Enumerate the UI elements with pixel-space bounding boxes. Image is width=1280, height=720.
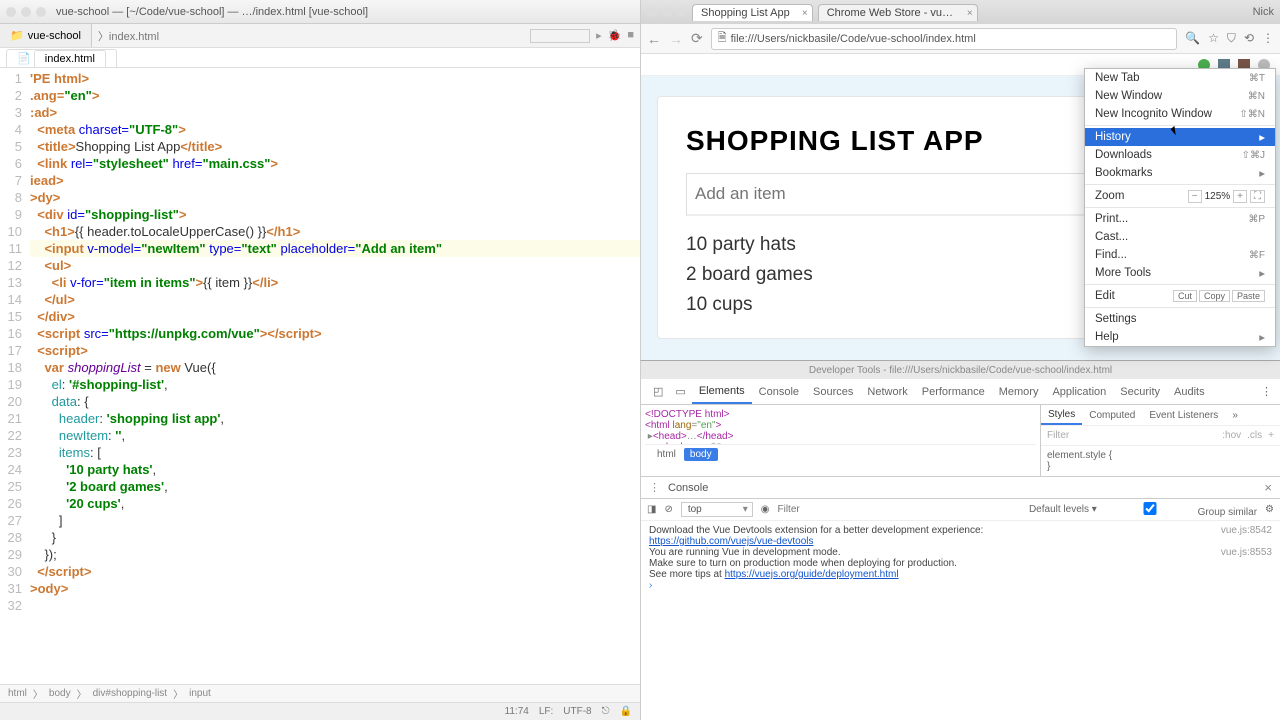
menu-print[interactable]: Print...⌘P [1085,210,1275,228]
line-gutter: 1234567891011121314151617181920212223242… [0,68,30,684]
ide-project-tabs: 📁 vue-school 〉index.html ▸ 🐞 ■ [0,24,640,48]
ide-titlebar: vue-school — [~/Code/vue-school] — …/ind… [0,0,640,24]
devtools-titlebar: Developer Tools - file:///Users/nickbasi… [641,361,1280,379]
project-tab[interactable]: 📁 vue-school [0,24,92,47]
levels-select[interactable]: Default levels ▾ [1029,504,1097,515]
file-icon: 🗎 [718,29,727,48]
dom-breadcrumb[interactable]: html body [645,444,1036,464]
browser-window: Shopping List App× Chrome Web Store - vu… [640,0,1280,360]
zoom-icon[interactable]: 🔍 [1185,31,1200,46]
menu-help[interactable]: Help▸ [1085,328,1275,346]
file-tab-index[interactable]: 📄 index.html [6,49,117,67]
tab-elements[interactable]: Elements [692,379,752,404]
filter-input[interactable]: Filter [1047,430,1069,441]
ide-window: vue-school — [~/Code/vue-school] — …/ind… [0,0,640,720]
menu-settings[interactable]: Settings [1085,310,1275,328]
file-tabs: 📄 index.html [0,48,640,68]
star-icon[interactable]: ☆ [1208,31,1219,46]
tab-event-listeners[interactable]: Event Listeners [1142,405,1225,425]
context-select[interactable]: top [681,502,753,517]
cut-button[interactable]: Cut [1173,290,1197,302]
browser-toolbar: ← → ⟳ 🗎file:///Users/nickbasile/Code/vue… [641,24,1280,54]
devtools-tabs: ◰ ▭ Elements Console Sources Network Per… [641,379,1280,405]
paste-button[interactable]: Paste [1232,290,1265,302]
tab-sources[interactable]: Sources [806,379,860,404]
user-chip[interactable]: Nick [1253,6,1274,18]
show-console-icon[interactable]: ◨ [647,504,656,515]
chrome-menu[interactable]: New Tab⌘T New Window⌘N New Incognito Win… [1084,68,1276,347]
devtools-link[interactable]: https://github.com/vuejs/vue-devtools [649,536,814,547]
tab-security[interactable]: Security [1113,379,1167,404]
copy-button[interactable]: Copy [1199,290,1230,302]
sync-icon[interactable]: ⟲ [1244,31,1254,46]
back-button[interactable]: ← [647,31,661,47]
address-bar[interactable]: 🗎file:///Users/nickbasile/Code/vue-schoo… [711,28,1177,50]
tab-application[interactable]: Application [1045,379,1113,404]
run-icon[interactable]: ▸ [596,29,602,43]
menu-cast[interactable]: Cast... [1085,228,1275,246]
ide-bottom-breadcrumb: html 〉 body 〉 div#shopping-list 〉 input [0,684,640,702]
add-rule-icon[interactable]: + [1268,430,1274,441]
close-icon[interactable]: × [967,8,973,19]
console-output[interactable]: Download the Vue Devtools extension for … [641,521,1280,720]
menu-find[interactable]: Find...⌘F [1085,246,1275,264]
console-filter-input[interactable] [777,504,867,515]
group-similar-checkbox[interactable]: Group similar [1105,502,1257,518]
stop-icon[interactable]: ■ [627,29,634,43]
forward-button[interactable]: → [669,31,683,47]
tab-audits[interactable]: Audits [1167,379,1212,404]
clear-icon[interactable]: ⊘ [664,504,672,515]
zoom-in[interactable]: + [1233,190,1247,203]
ide-title: vue-school — [~/Code/vue-school] — …/ind… [56,6,368,18]
lock-icon: 🔒 [620,706,632,717]
menu-zoom[interactable]: Zoom −125%+⛶ [1085,187,1275,205]
live-expr-icon[interactable]: ◉ [761,504,770,515]
tab-memory[interactable]: Memory [992,379,1046,404]
code-body[interactable]: 'PE html> .ang="en"> :ad> <meta charset=… [30,68,640,684]
menu-incognito[interactable]: New Incognito Window⇧⌘N [1085,105,1275,123]
tab-styles[interactable]: Styles [1041,405,1082,425]
mouse-cursor [1172,125,1182,139]
zoom-out[interactable]: − [1188,190,1202,203]
tab-computed[interactable]: Computed [1082,405,1142,425]
close-icon[interactable]: × [1264,480,1272,495]
styles-panel: Styles Computed Event Listeners » Filter… [1040,405,1280,476]
menu-new-window[interactable]: New Window⌘N [1085,87,1275,105]
reload-button[interactable]: ⟳ [691,30,703,47]
inspect-icon[interactable]: ◰ [647,385,669,398]
tab-performance[interactable]: Performance [915,379,992,404]
search-box[interactable] [530,29,590,43]
menu-edit[interactable]: Edit CutCopyPaste [1085,287,1275,305]
console-prompt[interactable]: › [649,580,1272,591]
device-icon[interactable]: ▭ [669,385,691,398]
menu-new-tab[interactable]: New Tab⌘T [1085,69,1275,87]
fullscreen-icon[interactable]: ⛶ [1250,190,1265,203]
devtools-window: Developer Tools - file:///Users/nickbasi… [640,360,1280,720]
menu-downloads[interactable]: Downloads⇧⌘J [1085,146,1275,164]
tab-chrome-web-store[interactable]: Chrome Web Store - vue dev× [818,4,978,21]
tab-network[interactable]: Network [860,379,914,404]
dom-tree[interactable]: <!DOCTYPE html> <html lang="en"> ▸<head>… [641,405,1040,476]
console-toolbar: ◨ ⊘ top ◉ Default levels ▾ Group similar… [641,499,1280,521]
close-icon[interactable]: × [802,8,808,19]
debug-icon[interactable]: 🐞 [608,29,622,43]
gear-icon[interactable]: ⚙ [1265,504,1274,515]
menu-button[interactable]: ⋮ [1262,31,1274,46]
menu-bookmarks[interactable]: Bookmarks▸ [1085,164,1275,182]
more-icon[interactable]: » [1225,405,1245,425]
console-drawer-header: ⋮ Console × [641,477,1280,499]
deployment-link[interactable]: https://vuejs.org/guide/deployment.html [725,569,899,580]
code-editor[interactable]: 1234567891011121314151617181920212223242… [0,68,640,684]
devtools-menu[interactable]: ⋮ [1253,385,1280,398]
tab-console[interactable]: Console [752,379,806,404]
shield-icon[interactable]: ⛉ [1227,31,1236,46]
tab-shopping-list[interactable]: Shopping List App× [692,4,813,21]
chrome-titlebar: Shopping List App× Chrome Web Store - vu… [641,0,1280,24]
drawer-menu[interactable]: ⋮ [649,481,660,494]
menu-more-tools[interactable]: More Tools▸ [1085,264,1275,282]
ide-statusbar: 11:74 LF: UTF-8 ⎋🔒 [0,702,640,720]
style-rules[interactable]: element.style { } [1041,446,1280,476]
